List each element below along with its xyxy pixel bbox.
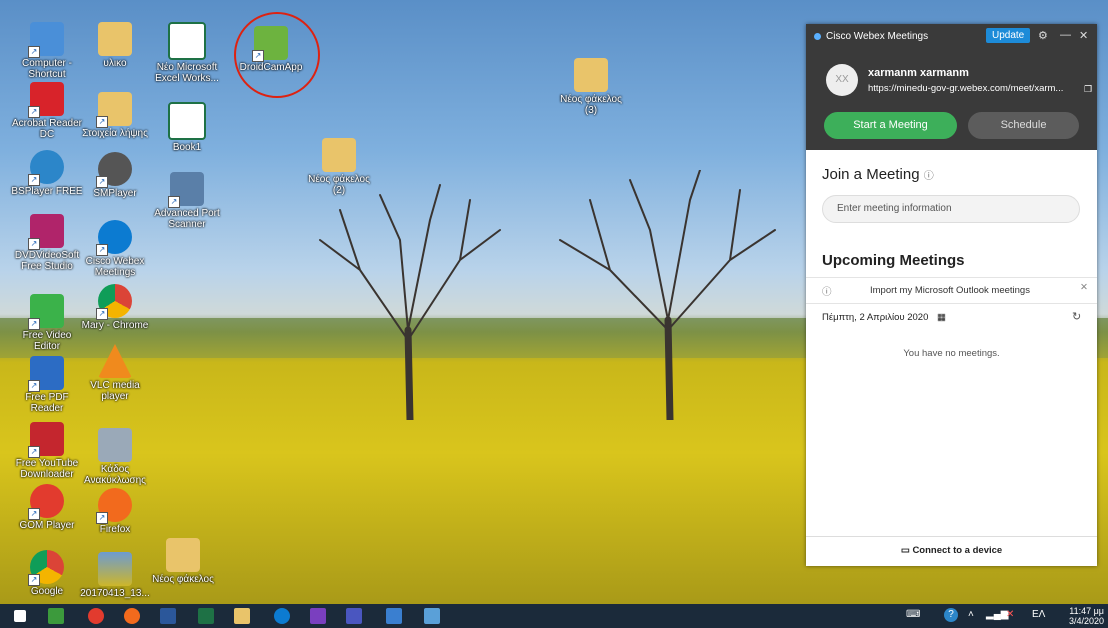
gom-player-icon: ↗ [28,484,64,520]
desktop-icon-smplayer[interactable]: ↗ SMPlayer [78,152,152,199]
highlight-circle [234,12,320,98]
webex-window: Cisco Webex Meetings Update ⚙ — ✕ XX xar… [806,24,1097,566]
computer-icon: ↗ [28,22,64,58]
desktop-icon-firefox[interactable]: ↗ Firefox [78,488,152,535]
desktop-icon-ylico-folder[interactable]: υλικο [78,22,152,69]
settings-icon[interactable] [346,608,362,624]
clock[interactable]: 11:47 μμ 3/4/2020 [1060,606,1104,626]
task-view-icon[interactable] [48,608,64,624]
desktop-icon-book1[interactable]: Book1 [150,102,224,153]
left-tree [319,184,501,420]
desktop-icon-port-scanner[interactable]: ↗ Advanced Port Scanner [150,172,224,230]
desktop-icon-bsplayer[interactable]: ↗ BSPlayer FREE [10,150,84,197]
folder-icon [166,538,200,572]
info-icon[interactable]: ⓘ [924,171,934,182]
start-meeting-button[interactable]: Start a Meeting [824,112,957,139]
desktop-icon-youtube-downloader[interactable]: ↗ Free YouTube Downloader [10,422,84,480]
cast-icon: ▭ [900,545,910,556]
avatar: XX [826,64,858,96]
smplayer-icon: ↗ [96,152,132,188]
meeting-info-input[interactable]: Enter meeting information [822,195,1080,223]
help-icon[interactable]: ? [944,608,958,622]
youtube-downloader-icon: ↗ [28,422,64,458]
desktop-icon-mary-chrome[interactable]: ↗ Mary - Chrome [78,284,152,331]
folder-icon [322,138,356,172]
video-editor-icon: ↗ [28,294,64,330]
desktop-icon-new-folder-3[interactable]: Νέος φάκελος (3) [554,58,628,116]
desktop-icon-acrobat[interactable]: ↗ Acrobat Reader DC [10,82,84,140]
minimize-icon[interactable]: — [1060,29,1071,41]
chrome-icon: ↗ [28,550,64,586]
desktop-icon-google[interactable]: ↗ Google [10,550,84,597]
right-tree [559,170,776,420]
desktop-icon-new-folder[interactable]: Νέος φάκελος [146,538,220,585]
snipping-icon[interactable] [424,608,440,624]
update-button[interactable]: Update [986,28,1031,43]
chevron-up-icon[interactable]: ˄ [968,609,974,620]
webex-header: Cisco Webex Meetings Update ⚙ — ✕ XX xar… [806,24,1097,150]
no-meetings-text: You have no meetings. [903,348,1000,359]
firefox-icon: ↗ [96,488,132,524]
pdf-reader-icon: ↗ [28,356,64,392]
folder-icon [98,22,132,56]
close-icon[interactable]: ✕ [1080,282,1088,293]
image-file-icon [98,552,132,586]
volume-muted-icon[interactable]: ✕ [1006,609,1014,620]
gom-player-icon[interactable] [88,608,104,624]
user-name: xarmanm xarmanm [868,67,969,79]
desktop-icon-gom-player[interactable]: ↗ GOM Player [10,484,84,531]
folder-icon [574,58,608,92]
close-icon[interactable]: ✕ [1079,29,1088,42]
keyboard-icon[interactable]: ⌨ [906,609,920,620]
webex-icon: ↗ [96,220,132,256]
desktop-icon-webex[interactable]: ↗ Cisco Webex Meetings [78,220,152,278]
port-scanner-icon: ↗ [168,172,204,208]
outlook-import-banner[interactable]: ⓘ Import my Microsoft Outlook meetings ✕ [806,277,1097,304]
join-heading: Join a Meeting ⓘ [822,166,934,183]
recycle-bin-icon [98,428,132,462]
vlc-icon [98,344,132,378]
desktop-icon-new-excel[interactable]: Νέο Microsoft Excel Works... [150,22,224,84]
word-icon[interactable] [160,608,176,624]
file-explorer-icon[interactable] [234,608,250,624]
bsplayer-icon: ↗ [28,150,64,186]
language-indicator[interactable]: ΕΛ [1032,609,1045,620]
excel-icon [168,22,206,60]
refresh-icon[interactable]: ↻ [1072,310,1081,323]
desktop-icon-recycle-bin[interactable]: Κάδος Ανακύκλωσης [78,428,152,486]
connect-device-button[interactable]: ▭ Connect to a device [806,536,1097,567]
taskbar: ⌨ ? ˄ ▂▄▆ ✕ ΕΛ 11:47 μμ 3/4/2020 [0,604,1108,628]
desktop-icon-dvdvideosoft[interactable]: ↗ DVDVideoSoft Free Studio [10,214,84,272]
excel-icon [168,102,206,140]
search-app-icon[interactable] [310,608,326,624]
personal-room-url[interactable]: https://minedu-gov-gr.webex.com/meet/xar… [868,83,1080,94]
gear-icon[interactable]: ⚙ [1038,29,1048,42]
webex-logo-icon [814,33,821,40]
webex-title: Cisco Webex Meetings [826,31,929,42]
desktop-icon-vlc[interactable]: VLC media player [78,344,152,402]
acrobat-icon: ↗ [28,82,64,118]
downloads-folder-icon: ↗ [96,92,132,128]
firefox-icon[interactable] [124,608,140,624]
desktop-icon-computer[interactable]: ↗ Computer - Shortcut [10,22,84,80]
desktop-icon-video-editor[interactable]: ↗ Free Video Editor [10,294,84,352]
windows-start-icon[interactable] [14,610,26,622]
schedule-button[interactable]: Schedule [968,112,1079,139]
chrome-icon: ↗ [96,284,132,320]
copy-icon[interactable]: ❐ [1084,84,1092,95]
desktop-icon-downloads[interactable]: ↗ Στοιχεία λήψης [78,92,152,139]
dvdvideosoft-icon: ↗ [28,214,64,250]
desktop-icon-pdf-reader[interactable]: ↗ Free PDF Reader [10,356,84,414]
date-row: Πέμπτη, 2 Απριλίου 2020 ▦ [822,312,946,323]
upcoming-heading: Upcoming Meetings [822,252,965,269]
photo-viewer-icon[interactable] [386,608,402,624]
excel-icon[interactable] [198,608,214,624]
info-icon: ⓘ [822,287,832,298]
desktop-icon-photo-file[interactable]: 20170413_13... [78,552,152,599]
desktop-icon-new-folder-2[interactable]: Νέος φάκελος (2) [302,138,376,196]
calendar-icon[interactable]: ▦ [937,312,946,323]
webex-icon[interactable] [274,608,290,624]
